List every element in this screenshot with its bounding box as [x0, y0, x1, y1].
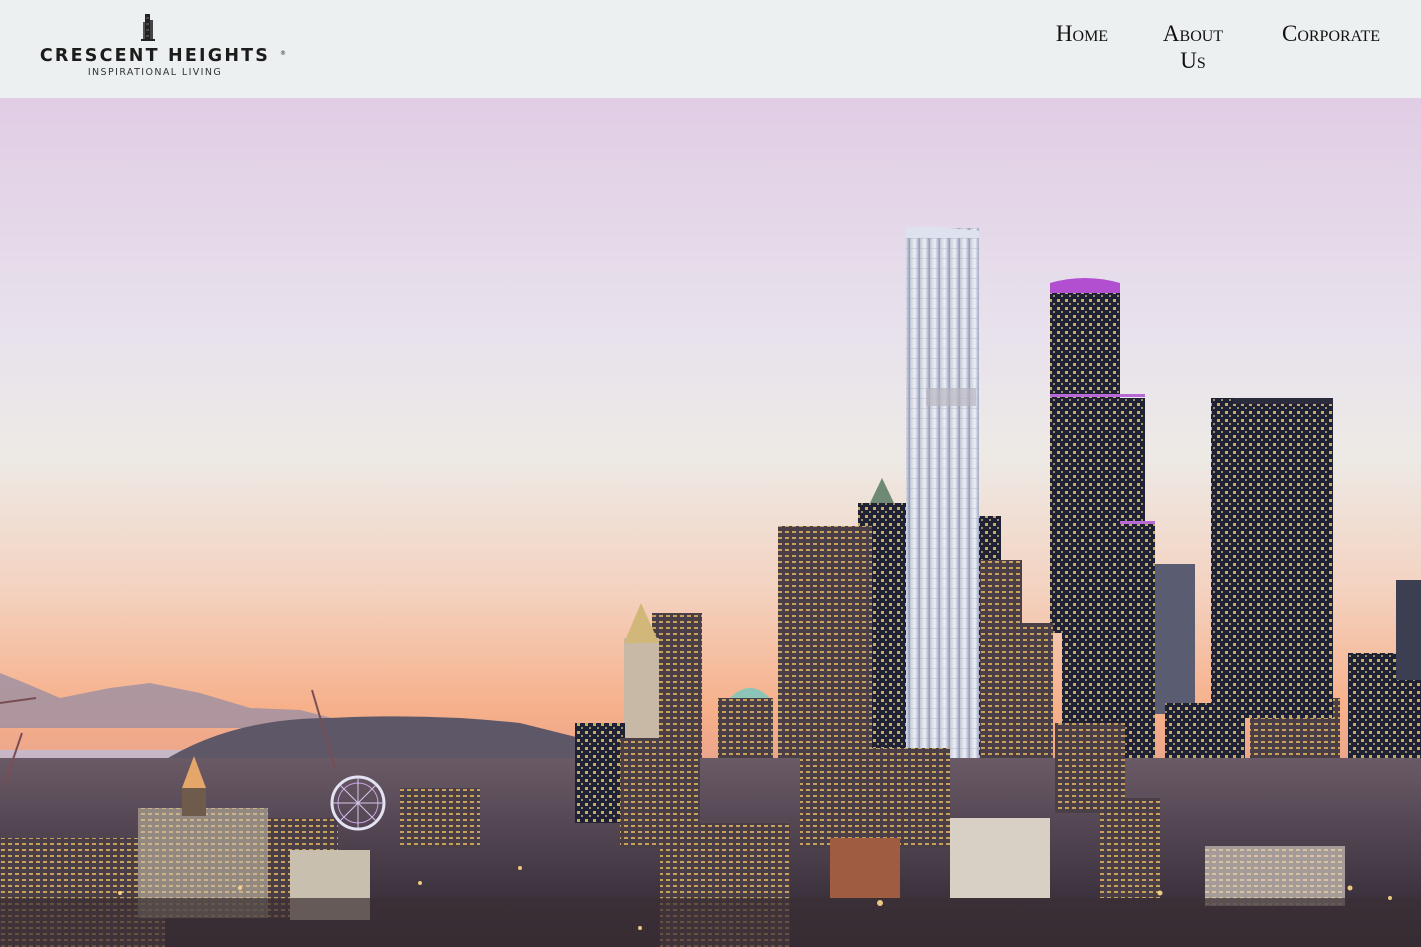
- nav-home[interactable]: Home: [1053, 20, 1111, 47]
- brand-tagline: INSPIRATIONAL LIVING: [87, 67, 223, 78]
- site-header: CRESCENT HEIGHTS ® INSPIRATIONAL LIVING …: [0, 0, 1421, 98]
- brand-name: CRESCENT HEIGHTS: [39, 46, 271, 66]
- nav-about-line2: Us: [1180, 48, 1206, 73]
- nav-about-us[interactable]: About Us: [1158, 20, 1228, 74]
- nav-about-line1: About: [1162, 21, 1224, 46]
- trademark-symbol: ®: [280, 50, 286, 57]
- glass-supertall-tower: [906, 228, 979, 768]
- tower-logo-icon: [141, 14, 155, 41]
- dark-tower-right: [1211, 398, 1333, 718]
- ferris-wheel: [330, 775, 386, 831]
- skyline-illustration: [0, 98, 1421, 947]
- nav-corporate[interactable]: Corporate: [1275, 20, 1387, 47]
- brand-logo[interactable]: CRESCENT HEIGHTS ® INSPIRATIONAL LIVING: [24, 12, 286, 82]
- hero-skyline-image: [0, 98, 1421, 947]
